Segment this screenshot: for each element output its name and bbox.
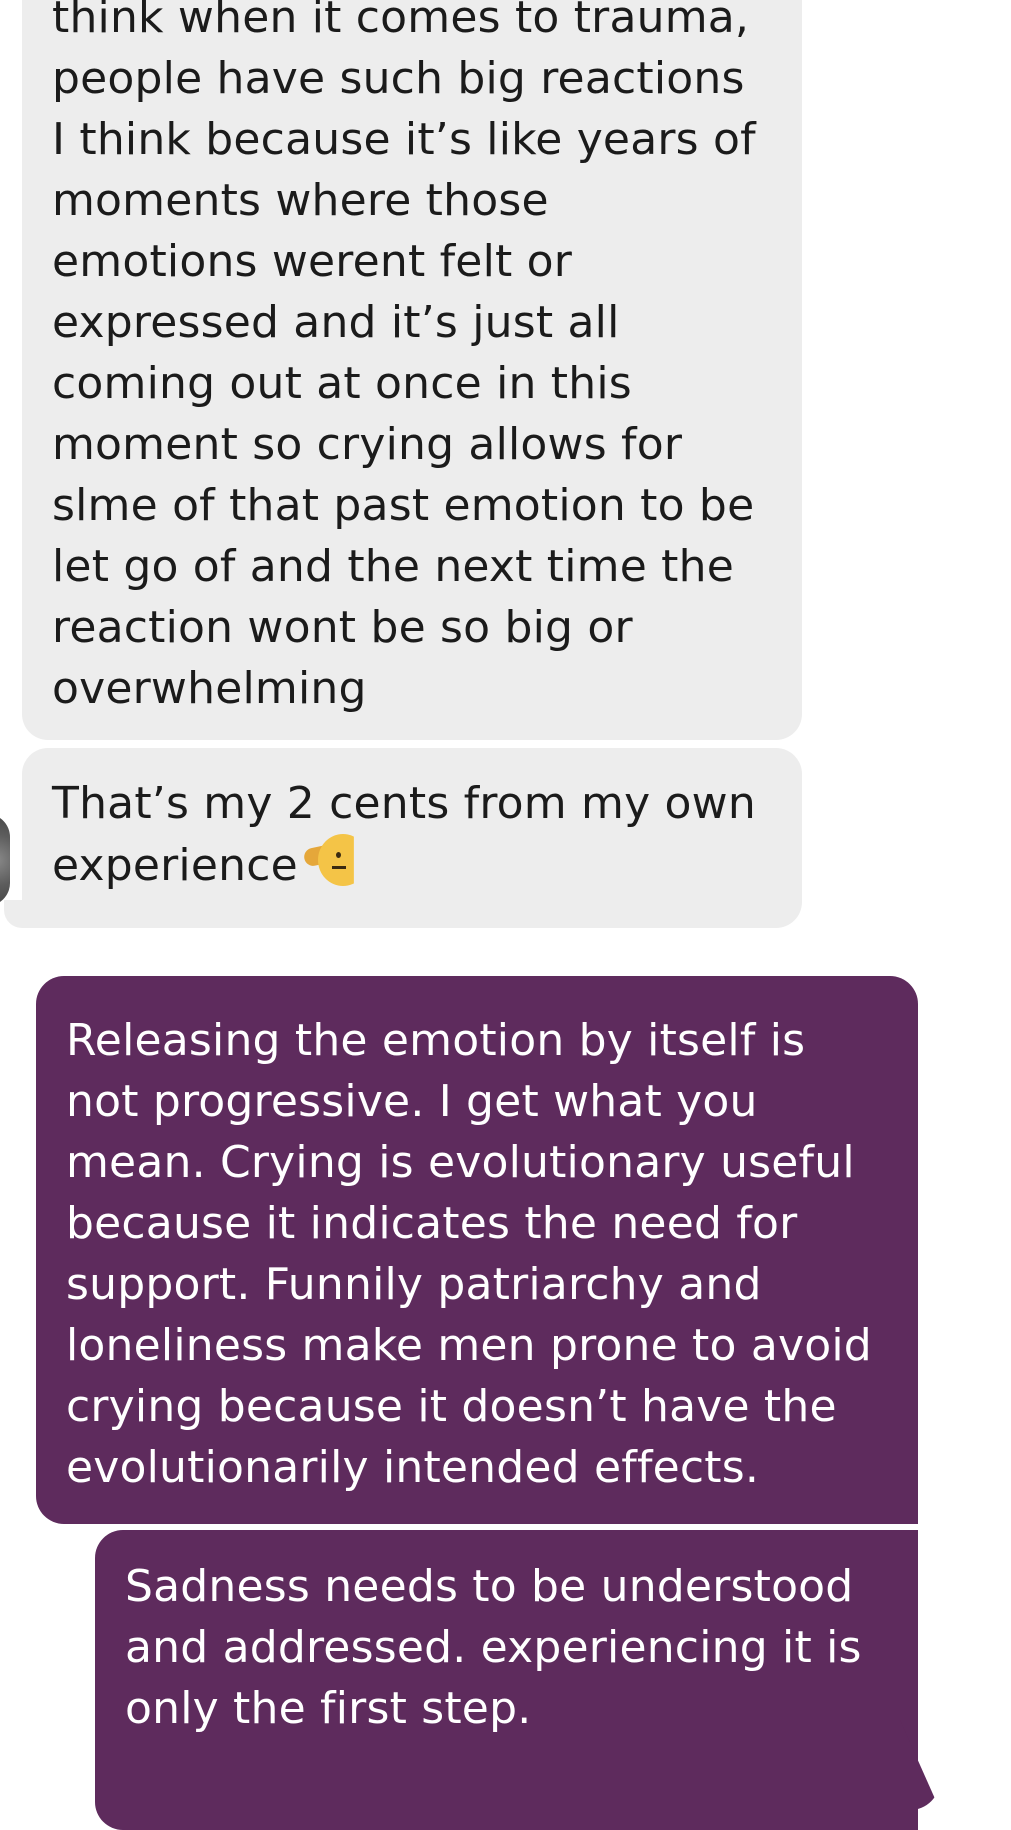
saluting-face-icon — [302, 834, 368, 886]
sent-message-bubble[interactable]: Sadness needs to be understood and addre… — [95, 1530, 918, 1830]
message-text: That’s my 2 cents from my own experience — [52, 778, 756, 891]
contact-avatar[interactable] — [0, 814, 10, 906]
sent-message-bubble[interactable]: Releasing the emotion by itself is not p… — [36, 976, 918, 1524]
sent-bubble-tail — [900, 1720, 940, 1810]
received-message-bubble[interactable]: That’s my 2 cents from my own experience — [22, 748, 802, 928]
message-thread[interactable]: think when it comes to trauma, people ha… — [0, 0, 1011, 1830]
received-message-bubble[interactable]: think when it comes to trauma, people ha… — [22, 0, 802, 740]
